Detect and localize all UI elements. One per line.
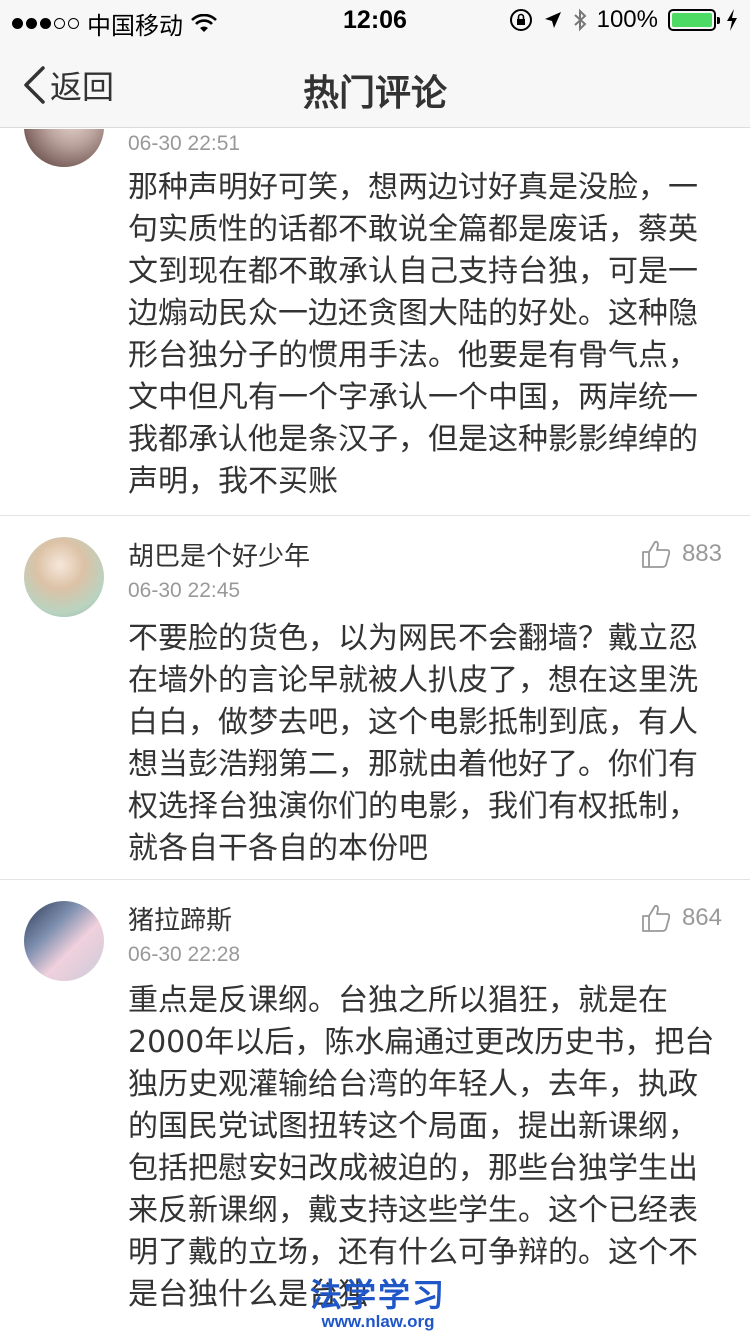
status-bar-right: 100% bbox=[509, 6, 738, 34]
like-button[interactable]: 883 bbox=[640, 538, 722, 570]
watermark-url: www.nlaw.org bbox=[321, 1312, 435, 1331]
comment-time: 06-30 22:45 bbox=[128, 579, 241, 602]
like-button[interactable]: 864 bbox=[640, 902, 722, 934]
watermark-title: 法学学习 bbox=[310, 1276, 447, 1314]
comment-text: 那种声明好可笑，想两边讨好真是没脸，一句实质性的话都不敢说全篇都是废话，蔡英文到… bbox=[128, 170, 698, 499]
comment-text: 重点是反课纲。台独之所以猖狂，就是在2000年以后，陈水扁通过更改历史书，把台独… bbox=[128, 983, 715, 1312]
status-bar: 中国移动 12:06 100% bbox=[0, 0, 750, 40]
bluetooth-icon bbox=[573, 8, 587, 32]
comment-item: 06-30 22:51 那种声明好可笑，想两边讨好真是没脸，一句实质性的话都不敢… bbox=[0, 129, 750, 516]
thumbs-up-icon bbox=[642, 904, 671, 932]
thumbs-up-icon bbox=[642, 540, 671, 568]
avatar[interactable] bbox=[24, 537, 104, 617]
comment-time: 06-30 22:28 bbox=[128, 943, 241, 966]
battery-percent: 100% bbox=[596, 6, 658, 33]
comment-list[interactable]: 06-30 22:51 那种声明好可笑，想两边讨好真是没脸，一句实质性的话都不敢… bbox=[0, 129, 750, 1334]
location-arrow-icon bbox=[544, 12, 561, 28]
charging-bolt-icon bbox=[727, 9, 737, 31]
like-count: 864 bbox=[681, 904, 722, 931]
avatar[interactable] bbox=[24, 129, 104, 167]
orientation-lock-icon bbox=[509, 9, 532, 31]
comment-item: 胡巴是个好少年 06-30 22:45 883 不要脸的货色，以为网民不会翻墙？… bbox=[0, 516, 750, 880]
page-title: 热门评论 bbox=[302, 73, 447, 114]
comment-text: 不要脸的货色，以为网民不会翻墙？戴立忍在墙外的言论早就被人扒皮了，想在这里洗白白… bbox=[128, 621, 698, 866]
comment-item: 猪拉蹄斯 06-30 22:28 864 重点是反课纲。台独之所以猖狂，就是在2… bbox=[0, 880, 750, 1334]
comment-username[interactable]: 胡巴是个好少年 bbox=[128, 536, 310, 573]
like-count: 883 bbox=[681, 540, 722, 567]
watermark: 法学学习 www.nlaw.org bbox=[310, 1270, 446, 1332]
battery-icon bbox=[668, 9, 720, 31]
navigation-bar: 返回 热门评论 bbox=[0, 40, 750, 128]
comment-time: 06-30 22:51 bbox=[128, 132, 241, 155]
avatar[interactable] bbox=[24, 901, 104, 981]
comment-username[interactable]: 猪拉蹄斯 bbox=[128, 900, 232, 937]
